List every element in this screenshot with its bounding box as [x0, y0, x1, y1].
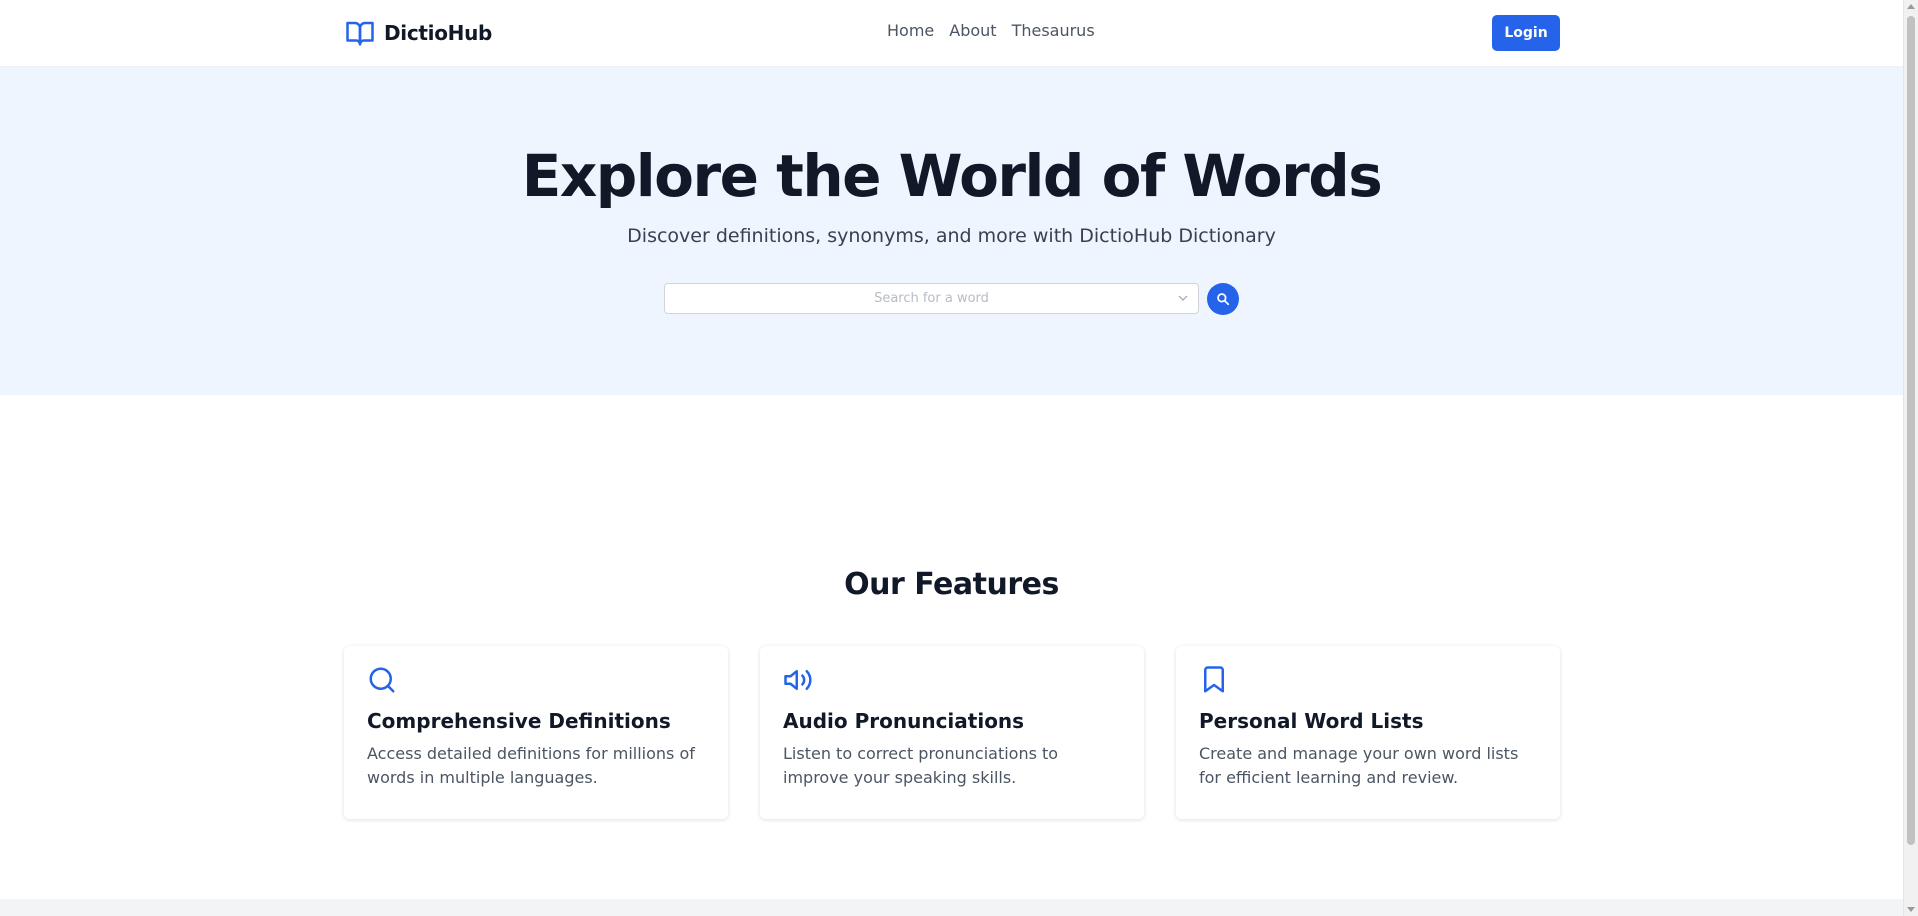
feature-card-description: Listen to correct pronunciations to impr… — [783, 744, 1059, 787]
footer-strip — [0, 899, 1903, 916]
page: DictioHub Home About Thesaurus Login Exp… — [0, 0, 1903, 916]
nav-links: Home About Thesaurus — [887, 21, 1095, 40]
nav-link-thesaurus[interactable]: Thesaurus — [1012, 21, 1095, 40]
feature-card-title: Audio Pronunciations — [783, 709, 1025, 733]
search-icon — [1217, 293, 1230, 306]
search-button[interactable] — [1207, 283, 1239, 315]
brand-logo[interactable]: DictioHub — [344, 18, 492, 48]
nav-link-home[interactable]: Home — [887, 21, 934, 40]
feature-card-description: Create and manage your own word lists fo… — [1199, 744, 1519, 787]
search-input[interactable] — [665, 284, 1198, 313]
feature-card-title: Personal Word Lists — [1199, 709, 1424, 733]
nav-link-about[interactable]: About — [949, 21, 996, 40]
features-title: Our Features — [844, 567, 1059, 602]
chevron-down-icon[interactable] — [1178, 293, 1188, 303]
scroll-up-arrow-icon[interactable] — [1907, 4, 1915, 9]
search-icon — [369, 667, 395, 693]
brand-name: DictioHub — [384, 21, 493, 45]
feature-card: Audio Pronunciations Listen to correct p… — [760, 646, 1144, 819]
scrollbar-thumb[interactable] — [1907, 16, 1915, 845]
feature-card: Personal Word Lists Create and manage yo… — [1176, 646, 1560, 819]
hero-title: Explore the World of Words — [521, 142, 1383, 210]
bookmark-icon — [1204, 666, 1224, 693]
hero-subtitle: Discover definitions, synonyms, and more… — [627, 225, 1276, 247]
login-button[interactable]: Login — [1492, 15, 1560, 51]
feature-card: Comprehensive Definitions Access detaile… — [344, 646, 728, 819]
hero-section: Explore the World of Words Discover defi… — [0, 67, 1903, 395]
speaker-icon — [784, 670, 812, 690]
feature-card-title: Comprehensive Definitions — [367, 709, 671, 733]
feature-card-description: Access detailed definitions for millions… — [367, 744, 695, 787]
scroll-down-arrow-icon[interactable] — [1907, 907, 1915, 912]
open-book-icon — [346, 21, 374, 46]
navbar: DictioHub Home About Thesaurus Login — [0, 0, 1903, 67]
search-box — [664, 283, 1199, 314]
vertical-scrollbar[interactable] — [1903, 0, 1918, 916]
